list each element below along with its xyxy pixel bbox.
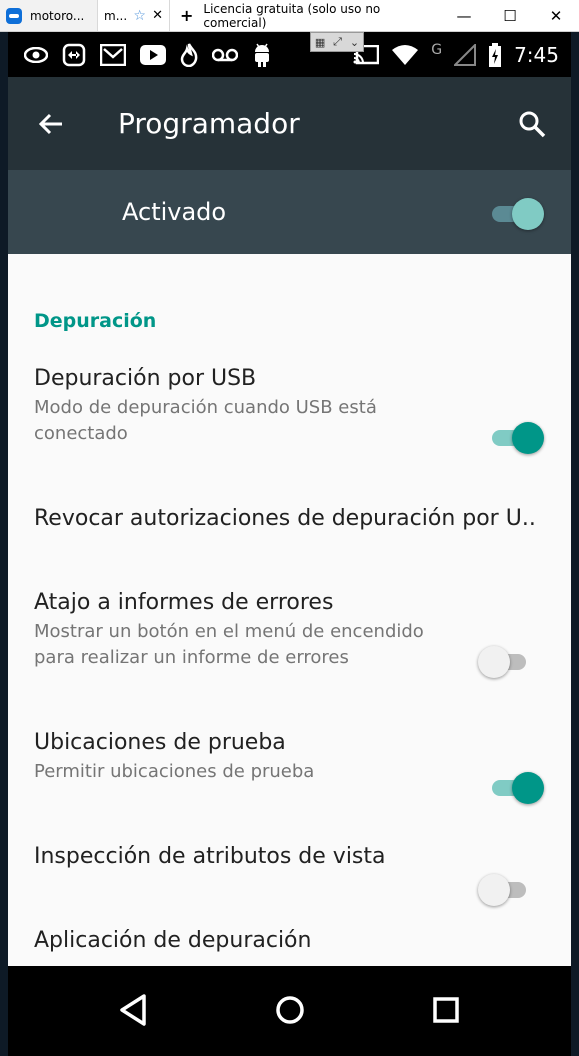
pref-revoke-usb-authorizations[interactable]: Revocar autorizaciones de depuración por… [34, 506, 534, 531]
flame-icon [180, 42, 198, 67]
section-header: Depuración [34, 310, 157, 332]
developer-options-master-row[interactable]: Activado [8, 170, 571, 254]
fullscreen-icon[interactable]: ⤢ [333, 35, 342, 49]
back-triangle-icon[interactable] [114, 990, 154, 1030]
star-icon[interactable]: ☆ [133, 8, 146, 24]
license-notice: + Licencia gratuita (solo uso no comerci… [170, 2, 441, 30]
search-icon[interactable] [517, 109, 547, 139]
signal-icon [454, 43, 477, 66]
tab-label: m... [104, 8, 128, 23]
view-attribute-toggle[interactable] [478, 870, 534, 906]
pref-view-attribute-inspection[interactable]: Inspección de atributos de vista [34, 844, 534, 869]
switch-thumb [512, 422, 544, 454]
pref-mock-locations[interactable]: Ubicaciones de prueba Permitir ubicacion… [34, 730, 534, 785]
license-text: Licencia gratuita (solo uso no comercial… [203, 1, 381, 30]
tab-label: motoro... [30, 8, 85, 23]
app-bar: Programador [8, 77, 571, 170]
phone-screen: G 7:45 ▦ ⤢ ⌄ Programador Activado Depura… [8, 32, 571, 1056]
pref-bug-report-shortcut[interactable]: Atajo a informes de errores Mostrar un b… [34, 590, 534, 671]
minimize-button[interactable]: — [441, 7, 487, 25]
tab-active[interactable]: m... ☆ ✕ [98, 0, 170, 31]
pref-title: Ubicaciones de prueba [34, 730, 286, 755]
home-circle-icon[interactable] [270, 990, 310, 1030]
android-icon [255, 43, 269, 67]
youtube-icon [140, 44, 166, 65]
teamviewer-icon [62, 43, 86, 66]
pref-title: Atajo a informes de errores [34, 590, 334, 615]
switch-thumb [478, 874, 510, 906]
pref-usb-debugging[interactable]: Depuración por USB Modo de depuración cu… [34, 366, 534, 447]
master-switch-label: Activado [122, 198, 227, 226]
tab-motorola[interactable]: motoro... [0, 0, 98, 31]
page-title: Programador [118, 107, 300, 140]
back-arrow-icon[interactable] [36, 109, 66, 139]
switch-thumb [478, 646, 510, 678]
close-tab-icon[interactable]: ✕ [152, 8, 163, 23]
teamviewer-icon [6, 7, 22, 24]
network-type-label: G [431, 41, 443, 58]
voicemail-icon [212, 48, 238, 61]
window-title-bar: motoro... m... ☆ ✕ + Licencia gratuita (… [0, 0, 579, 32]
plus-icon: + [180, 6, 194, 25]
grid-icon[interactable]: ▦ [315, 36, 325, 49]
pref-title: Inspección de atributos de vista [34, 844, 386, 869]
usb-debugging-toggle[interactable] [488, 418, 544, 454]
settings-list: Depuración Depuración por USB Modo de de… [8, 254, 571, 966]
mock-locations-toggle[interactable] [488, 768, 544, 804]
pref-subtitle: Mostrar un botón en el menú de encendido… [34, 621, 424, 668]
remote-control-overlay[interactable]: ▦ ⤢ ⌄ [310, 32, 364, 52]
maximize-button[interactable]: ☐ [487, 7, 533, 25]
gmail-icon [100, 43, 126, 66]
bug-report-toggle[interactable] [478, 642, 534, 678]
close-window-button[interactable]: ✕ [533, 7, 579, 25]
navigation-bar [8, 966, 571, 1056]
chevron-down-icon[interactable]: ⌄ [350, 36, 359, 49]
switch-thumb [512, 198, 544, 230]
eye-icon [24, 46, 48, 63]
master-toggle[interactable] [488, 194, 544, 230]
status-bar: G 7:45 ▦ ⤢ ⌄ [8, 32, 571, 77]
pref-subtitle: Permitir ubicaciones de prueba [34, 761, 315, 782]
switch-thumb [512, 772, 544, 804]
battery-icon [489, 42, 502, 67]
pref-subtitle: Modo de depuración cuando USB está conec… [34, 397, 377, 444]
status-time: 7:45 [514, 42, 559, 67]
window-edge [571, 32, 579, 1056]
pref-title: Revocar autorizaciones de depuración por… [34, 506, 534, 531]
wifi-icon [392, 44, 419, 65]
pref-debug-app[interactable]: Aplicación de depuración [34, 928, 534, 953]
pref-title: Aplicación de depuración [34, 928, 312, 953]
recents-square-icon[interactable] [426, 990, 466, 1030]
pref-title: Depuración por USB [34, 366, 257, 391]
